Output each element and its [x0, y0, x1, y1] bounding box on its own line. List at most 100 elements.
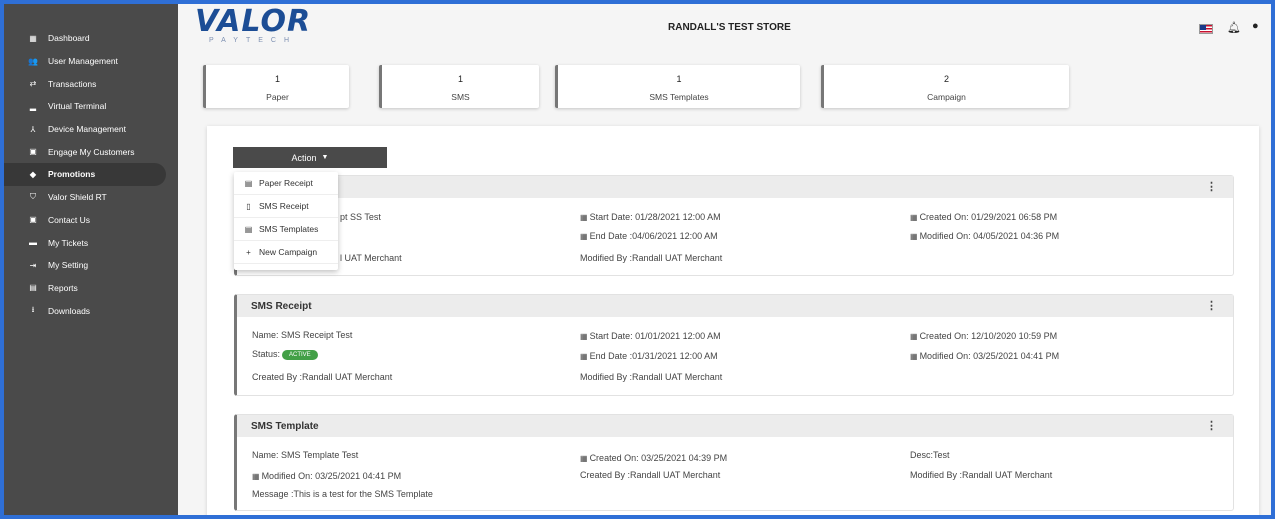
modified-on-text: Modified On: 04/05/2021 04:36 PM	[919, 231, 1060, 241]
more-options-icon[interactable]: ⋮	[1206, 299, 1217, 312]
sidebar-item-label: Engage My Customers	[48, 146, 135, 157]
sms-modified-on-field: ▦ Modified On: 03/25/2021 04:41 PM	[910, 351, 1059, 361]
paper-created-by-field: l UAT Merchant	[340, 253, 402, 263]
sidebar-item-label: Reports	[48, 282, 78, 293]
device-icon: ⅄	[30, 124, 36, 134]
sidebar-item-my-setting[interactable]: ⇥ My Setting	[4, 254, 178, 277]
end-date-text: End Date :01/31/2021 12:00 AM	[589, 351, 718, 361]
receipt-icon: ▤	[244, 178, 253, 188]
sidebar-item-reports[interactable]: ▤ Reports	[4, 277, 178, 300]
menu-item-paper-receipt[interactable]: ▤ Paper Receipt	[234, 172, 338, 195]
calendar-icon: ▦	[910, 352, 918, 361]
sidebar-item-device-management[interactable]: ⅄ Device Management	[4, 118, 178, 141]
template-modified-by-field: Modified By :Randall UAT Merchant	[910, 470, 1053, 480]
download-icon: ⭳	[31, 304, 35, 314]
sidebar-item-virtual-terminal[interactable]: ▂ Virtual Terminal	[4, 95, 178, 118]
template-icon: ▤	[244, 224, 253, 234]
calendar-icon: ▦	[252, 472, 260, 481]
calendar-icon: ▦	[910, 213, 918, 222]
section-title: SMS Template	[251, 420, 319, 432]
sidebar-item-my-tickets[interactable]: ▬ My Tickets	[4, 231, 178, 254]
stat-count: 1	[274, 74, 280, 84]
stat-card-paper[interactable]: 1 Paper	[203, 65, 349, 108]
menu-item-new-campaign[interactable]: + New Campaign	[234, 241, 338, 264]
stat-label: Campaign	[927, 92, 966, 102]
action-dropdown-menu: ▤ Paper Receipt ▯ SMS Receipt ▤ SMS Templates…	[234, 172, 338, 270]
valor-logo[interactable]: VALOR PAYTECH	[195, 7, 315, 48]
bell-icon[interactable]: 🔔︎	[1227, 21, 1241, 34]
sidebar-item-valor-shield-rt[interactable]: ⛉ Valor Shield RT	[4, 186, 178, 209]
paper-modified-on-field: ▦ Modified On: 04/05/2021 04:36 PM	[910, 231, 1059, 241]
menu-item-label: Paper Receipt	[259, 178, 313, 188]
sms-receipt-section: SMS Receipt ⋮ Name: SMS Receipt Test Sta…	[234, 294, 1234, 396]
contact-icon: ▣	[29, 215, 37, 225]
sidebar-item-downloads[interactable]: ⭳ Downloads	[4, 299, 178, 322]
menu-item-sms-templates[interactable]: ▤ SMS Templates	[234, 218, 338, 241]
caret-down-icon: ▼	[321, 154, 329, 161]
template-created-on-field: ▦ Created On: 03/25/2021 04:39 PM	[580, 453, 727, 463]
stat-count: 1	[676, 74, 682, 84]
sms-end-date-field: ▦ End Date :01/31/2021 12:00 AM	[580, 351, 718, 361]
sidebar-item-label: Promotions	[48, 169, 96, 180]
template-message-field: Message :This is a test for the SMS Temp…	[252, 489, 433, 499]
sidebar-item-user-management[interactable]: 👥 User Management	[4, 50, 178, 73]
calendar-icon: ▦	[580, 213, 588, 222]
more-options-icon[interactable]: ⋮	[1206, 180, 1217, 193]
template-desc-field: Desc:Test	[910, 450, 950, 460]
sidebar-item-dashboard[interactable]: ▦ Dashboard	[4, 27, 178, 50]
action-button[interactable]: Action ▼	[233, 147, 387, 168]
paper-created-on-field: ▦ Created On: 01/29/2021 06:58 PM	[910, 212, 1057, 222]
action-label: Action	[291, 152, 317, 163]
sidebar-item-engage-my-customers[interactable]: ▣ Engage My Customers	[4, 140, 178, 163]
calendar-icon: ▦	[580, 232, 588, 241]
terminal-icon: ▂	[29, 101, 37, 111]
stat-label: SMS	[451, 92, 470, 102]
template-modified-on-field: ▦ Modified On: 03/25/2021 04:41 PM	[252, 471, 401, 481]
transactions-icon: ⇄	[29, 79, 37, 89]
sidebar-item-label: Dashboard	[48, 33, 90, 44]
stat-card-campaign[interactable]: 2 Campaign	[821, 65, 1069, 108]
us-flag-icon[interactable]	[1199, 24, 1213, 34]
stat-card-sms[interactable]: 1 SMS	[379, 65, 539, 108]
user-icon[interactable]: ●	[1252, 20, 1259, 32]
sidebar-item-transactions[interactable]: ⇄ Transactions	[4, 72, 178, 95]
sidebar-item-label: User Management	[48, 56, 118, 67]
ticket-icon: ▬	[29, 238, 37, 248]
sidebar-item-label: Transactions	[48, 78, 97, 89]
report-icon: ▤	[29, 283, 37, 293]
sms-start-date-field: ▦ Start Date: 01/01/2021 12:00 AM	[580, 331, 721, 341]
sms-created-by-field: Created By :Randall UAT Merchant	[252, 372, 393, 382]
menu-item-label: New Campaign	[259, 247, 318, 257]
modified-on-text: Modified On: 03/25/2021 04:41 PM	[919, 351, 1060, 361]
shield-icon: ⛉	[30, 192, 36, 202]
start-date-text: Start Date: 01/01/2021 12:00 AM	[589, 331, 721, 341]
template-name-field: Name: SMS Template Test	[252, 450, 359, 460]
sidebar-item-contact-us[interactable]: ▣ Contact Us	[4, 209, 178, 232]
section-header: ⋮	[237, 176, 1233, 198]
tag-icon: ◆	[29, 169, 37, 179]
sidebar-item-label: Device Management	[48, 124, 126, 135]
calendar-icon: ▦	[580, 454, 588, 463]
sidebar: ▦ Dashboard 👥 User Management ⇄ Transactions ▂…	[4, 4, 178, 515]
sidebar-item-label: Downloads	[48, 305, 91, 316]
menu-item-label: SMS Receipt	[259, 201, 309, 211]
start-date-text: Start Date: 01/28/2021 12:00 AM	[589, 212, 721, 222]
plus-icon: +	[246, 247, 251, 257]
more-options-icon[interactable]: ⋮	[1206, 419, 1217, 432]
sms-modified-by-field: Modified By :Randall UAT Merchant	[580, 372, 723, 382]
store-name: RANDALL'S TEST STORE	[668, 22, 791, 33]
stat-label: Paper	[266, 92, 289, 102]
sms-status-field: Status: ACTIVE	[252, 349, 318, 360]
created-on-text: Created On: 01/29/2021 06:58 PM	[919, 212, 1058, 222]
sidebar-item-label: My Tickets	[48, 237, 89, 248]
stat-count: 1	[457, 74, 463, 84]
section-header: SMS Receipt ⋮	[237, 295, 1233, 317]
stat-card-sms-templates[interactable]: 1 SMS Templates	[555, 65, 800, 108]
sms-name-field: Name: SMS Receipt Test	[252, 330, 353, 340]
modified-on-text: Modified On: 03/25/2021 04:41 PM	[261, 471, 402, 481]
menu-item-sms-receipt[interactable]: ▯ SMS Receipt	[234, 195, 338, 218]
sidebar-item-label: My Setting	[48, 260, 89, 271]
sidebar-item-promotions[interactable]: ◆ Promotions	[4, 163, 166, 186]
calendar-icon: ▦	[910, 232, 918, 241]
dashboard-icon: ▦	[29, 33, 37, 43]
